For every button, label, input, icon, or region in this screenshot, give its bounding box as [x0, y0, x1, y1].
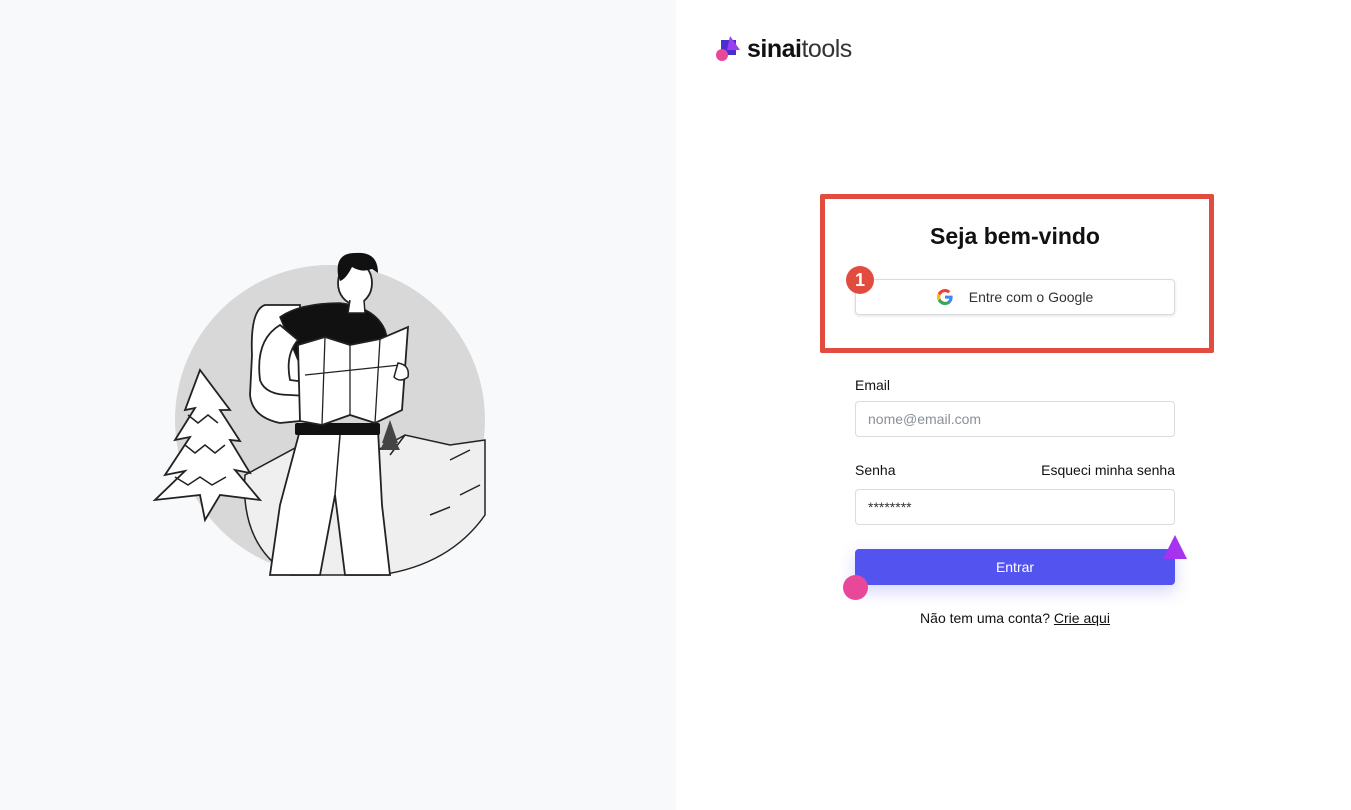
signup-link[interactable]: Crie aqui: [1054, 610, 1110, 626]
google-signin-button[interactable]: Entre com o Google: [855, 279, 1175, 315]
decorative-pink-dot: [843, 575, 868, 600]
forgot-password-link[interactable]: Esqueci minha senha: [1041, 462, 1175, 478]
step-number-badge: 1: [846, 266, 874, 294]
login-panel: sinaitools Seja bem-vindo Entre com o Go…: [676, 0, 1351, 810]
signup-prompt-text: Não tem uma conta?: [920, 610, 1051, 626]
email-field[interactable]: [855, 401, 1175, 437]
google-icon: [936, 289, 953, 305]
brand-name: sinaitools: [747, 34, 852, 64]
sinaitools-logo: sinaitools: [716, 34, 852, 64]
highlight-annotation-box: [820, 194, 1214, 353]
decorative-purple-triangle: [1163, 535, 1187, 559]
sinaitools-logo-icon: [716, 36, 740, 61]
brand-name-bold: sinai: [747, 35, 802, 63]
signup-prompt: Não tem uma conta? Crie aqui: [855, 610, 1175, 626]
page-title: Seja bem-vindo: [930, 223, 1100, 249]
password-label: Senha: [855, 462, 896, 478]
password-field[interactable]: [855, 489, 1175, 525]
google-signin-label: Entre com o Google: [968, 289, 1094, 305]
email-label: Email: [855, 377, 891, 393]
brand-name-light: tools: [801, 35, 852, 63]
illustration-panel: [0, 0, 676, 810]
hiker-illustration: [152, 252, 486, 576]
submit-button[interactable]: Entrar: [855, 549, 1175, 585]
